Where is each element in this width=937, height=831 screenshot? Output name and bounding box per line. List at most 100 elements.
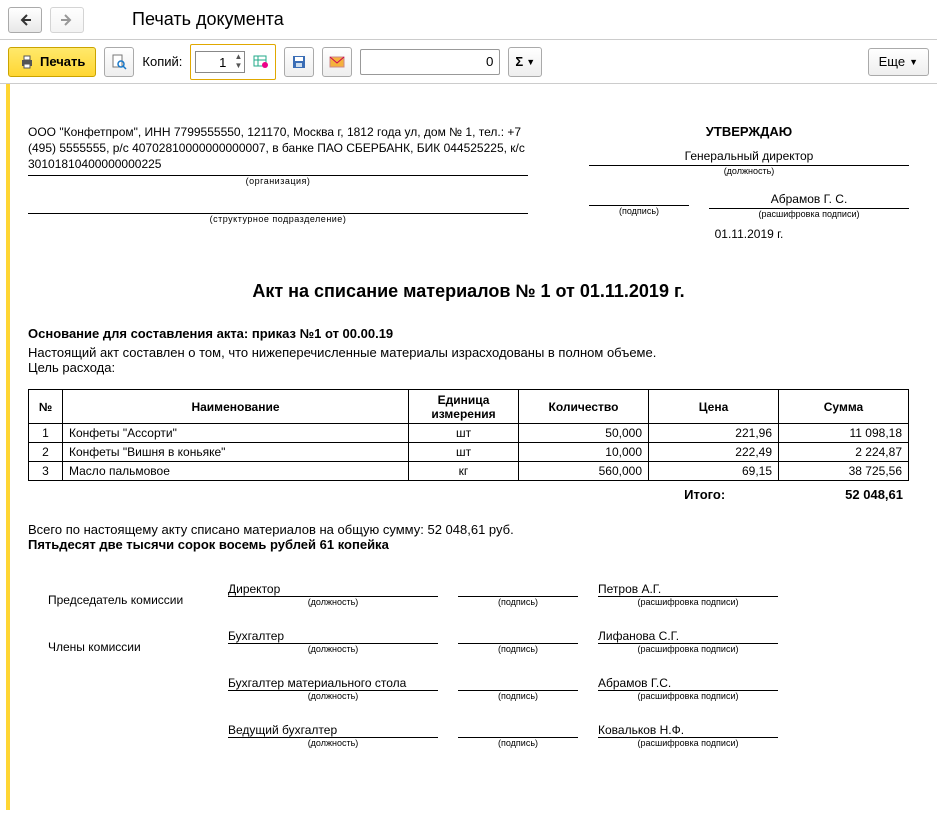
commission-name: Лифанова С.Г. [598, 629, 778, 644]
approve-post-sub: (должность) [589, 166, 909, 176]
back-button[interactable] [8, 7, 42, 33]
cell-price: 221,96 [649, 424, 779, 443]
cell-num: 2 [29, 443, 63, 462]
table-row: 2Конфеты "Вишня в коньяке"шт10,000222,49… [29, 443, 909, 462]
approve-sign-sub: (подпись) [589, 206, 689, 216]
cell-sum: 38 725,56 [779, 462, 909, 481]
approve-date: 01.11.2019 г. [589, 227, 909, 241]
basis-line: Основание для составления акта: приказ №… [28, 326, 909, 341]
cell-name: Конфеты "Вишня в коньяке" [63, 443, 409, 462]
table-settings-icon [253, 54, 269, 70]
commission-name-sub: (расшифровка подписи) [598, 691, 778, 701]
chevron-down-icon: ▼ [909, 57, 918, 67]
settings-button[interactable] [251, 47, 271, 77]
cell-unit: кг [409, 462, 519, 481]
subdivision-sublabel: (структурное подразделение) [28, 214, 528, 224]
cell-price: 69,15 [649, 462, 779, 481]
commission-block: Председатель комиссииДиректор(должность)… [28, 582, 909, 748]
cell-num: 3 [29, 462, 63, 481]
commission-row: Председатель комиссии Директор(должность)… [28, 582, 909, 607]
commission-post-sub: (должность) [228, 691, 438, 701]
send-button[interactable] [322, 47, 352, 77]
total-row: Итого: 52 048,61 [28, 487, 909, 502]
cell-qty: 50,000 [519, 424, 649, 443]
commission-post: Директор [228, 582, 438, 597]
approve-name-sub: (расшифровка подписи) [709, 209, 909, 219]
basis-label: Основание для составления акта: [28, 326, 248, 341]
commission-post-sub: (должность) [228, 597, 438, 607]
commission-post-sub: (должность) [228, 644, 438, 654]
more-button[interactable]: Еще ▼ [868, 48, 929, 76]
cell-name: Конфеты "Ассорти" [63, 424, 409, 443]
th-sum: Сумма [779, 390, 909, 424]
cell-qty: 560,000 [519, 462, 649, 481]
cell-num: 1 [29, 424, 63, 443]
commission-name-sub: (расшифровка подписи) [598, 644, 778, 654]
approve-name: Абрамов Г. С. [709, 192, 909, 209]
commission-sign-sub: (подпись) [458, 691, 578, 701]
commission-sign-line [458, 629, 578, 644]
magnifier-page-icon [111, 54, 127, 70]
preview-button[interactable] [104, 47, 134, 77]
commission-name: Петров А.Г. [598, 582, 778, 597]
basis-value: приказ №1 от 00.00.19 [252, 326, 393, 341]
document-title: Акт на списание материалов № 1 от 01.11.… [28, 281, 909, 302]
table-header-row: № Наименование Единица измерения Количес… [29, 390, 909, 424]
sum-button[interactable]: Σ ▼ [508, 47, 542, 77]
th-num: № [29, 390, 63, 424]
window-title: Печать документа [132, 9, 284, 30]
summary-text: Всего по настоящему акту списано материа… [28, 522, 909, 537]
spin-down-icon[interactable]: ▼ [230, 62, 242, 71]
commission-row: Бухгалтер материального стола(должность)… [28, 676, 909, 701]
description: Настоящий акт составлен о том, что нижеп… [28, 345, 909, 360]
total-label: Итого: [684, 487, 725, 502]
commission-sign-sub: (подпись) [458, 738, 578, 748]
page-number-field[interactable] [360, 49, 500, 75]
commission-post: Бухгалтер материального стола [228, 676, 438, 691]
forward-button[interactable] [50, 7, 84, 33]
th-name: Наименование [63, 390, 409, 424]
print-button-label: Печать [40, 54, 85, 69]
purpose-label: Цель расхода: [28, 360, 909, 375]
subdivision-line [28, 200, 528, 214]
approve-post: Генеральный директор [589, 149, 909, 166]
commission-role-label: Председатель комиссии [28, 593, 208, 607]
organization-block: ООО "Конфетпром", ИНН 7799555550, 121170… [28, 124, 528, 241]
page-marker [6, 84, 10, 810]
sigma-icon: Σ [515, 54, 523, 69]
approve-sign-line [589, 192, 689, 206]
th-qty: Количество [519, 390, 649, 424]
save-button[interactable] [284, 47, 314, 77]
summary-words: Пятьдесят две тысячи сорок восемь рублей… [28, 537, 909, 552]
organization-text: ООО "Конфетпром", ИНН 7799555550, 121170… [28, 124, 528, 176]
organization-sublabel: (организация) [28, 176, 528, 186]
commission-sign-line [458, 676, 578, 691]
commission-name: Ковальков Н.Ф. [598, 723, 778, 738]
commission-post: Ведущий бухгалтер [228, 723, 438, 738]
total-value: 52 048,61 [845, 487, 903, 502]
print-button[interactable]: Печать [8, 47, 96, 77]
commission-name: Абрамов Г.С. [598, 676, 778, 691]
approve-title: УТВЕРЖДАЮ [589, 124, 909, 139]
table-row: 3Масло пальмовоекг560,00069,1538 725,56 [29, 462, 909, 481]
cell-sum: 2 224,87 [779, 443, 909, 462]
th-price: Цена [649, 390, 779, 424]
more-button-label: Еще [879, 54, 905, 69]
commission-sign-line [458, 723, 578, 738]
cell-qty: 10,000 [519, 443, 649, 462]
copies-label: Копий: [142, 54, 182, 69]
cell-unit: шт [409, 443, 519, 462]
cell-price: 222,49 [649, 443, 779, 462]
cell-sum: 11 098,18 [779, 424, 909, 443]
printer-icon [19, 54, 35, 70]
commission-row: Члены комиссииБухгалтер(должность) (подп… [28, 629, 909, 654]
arrow-left-icon [17, 12, 33, 28]
commission-name-sub: (расшифровка подписи) [598, 597, 778, 607]
copies-group: 1 ▲▼ [190, 44, 276, 80]
commission-post: Бухгалтер [228, 629, 438, 644]
commission-role-label: Члены комиссии [28, 640, 208, 654]
items-table: № Наименование Единица измерения Количес… [28, 389, 909, 481]
commission-row: Ведущий бухгалтер(должность) (подпись) Ко… [28, 723, 909, 748]
copies-input[interactable]: 1 ▲▼ [195, 51, 245, 73]
commission-post-sub: (должность) [228, 738, 438, 748]
